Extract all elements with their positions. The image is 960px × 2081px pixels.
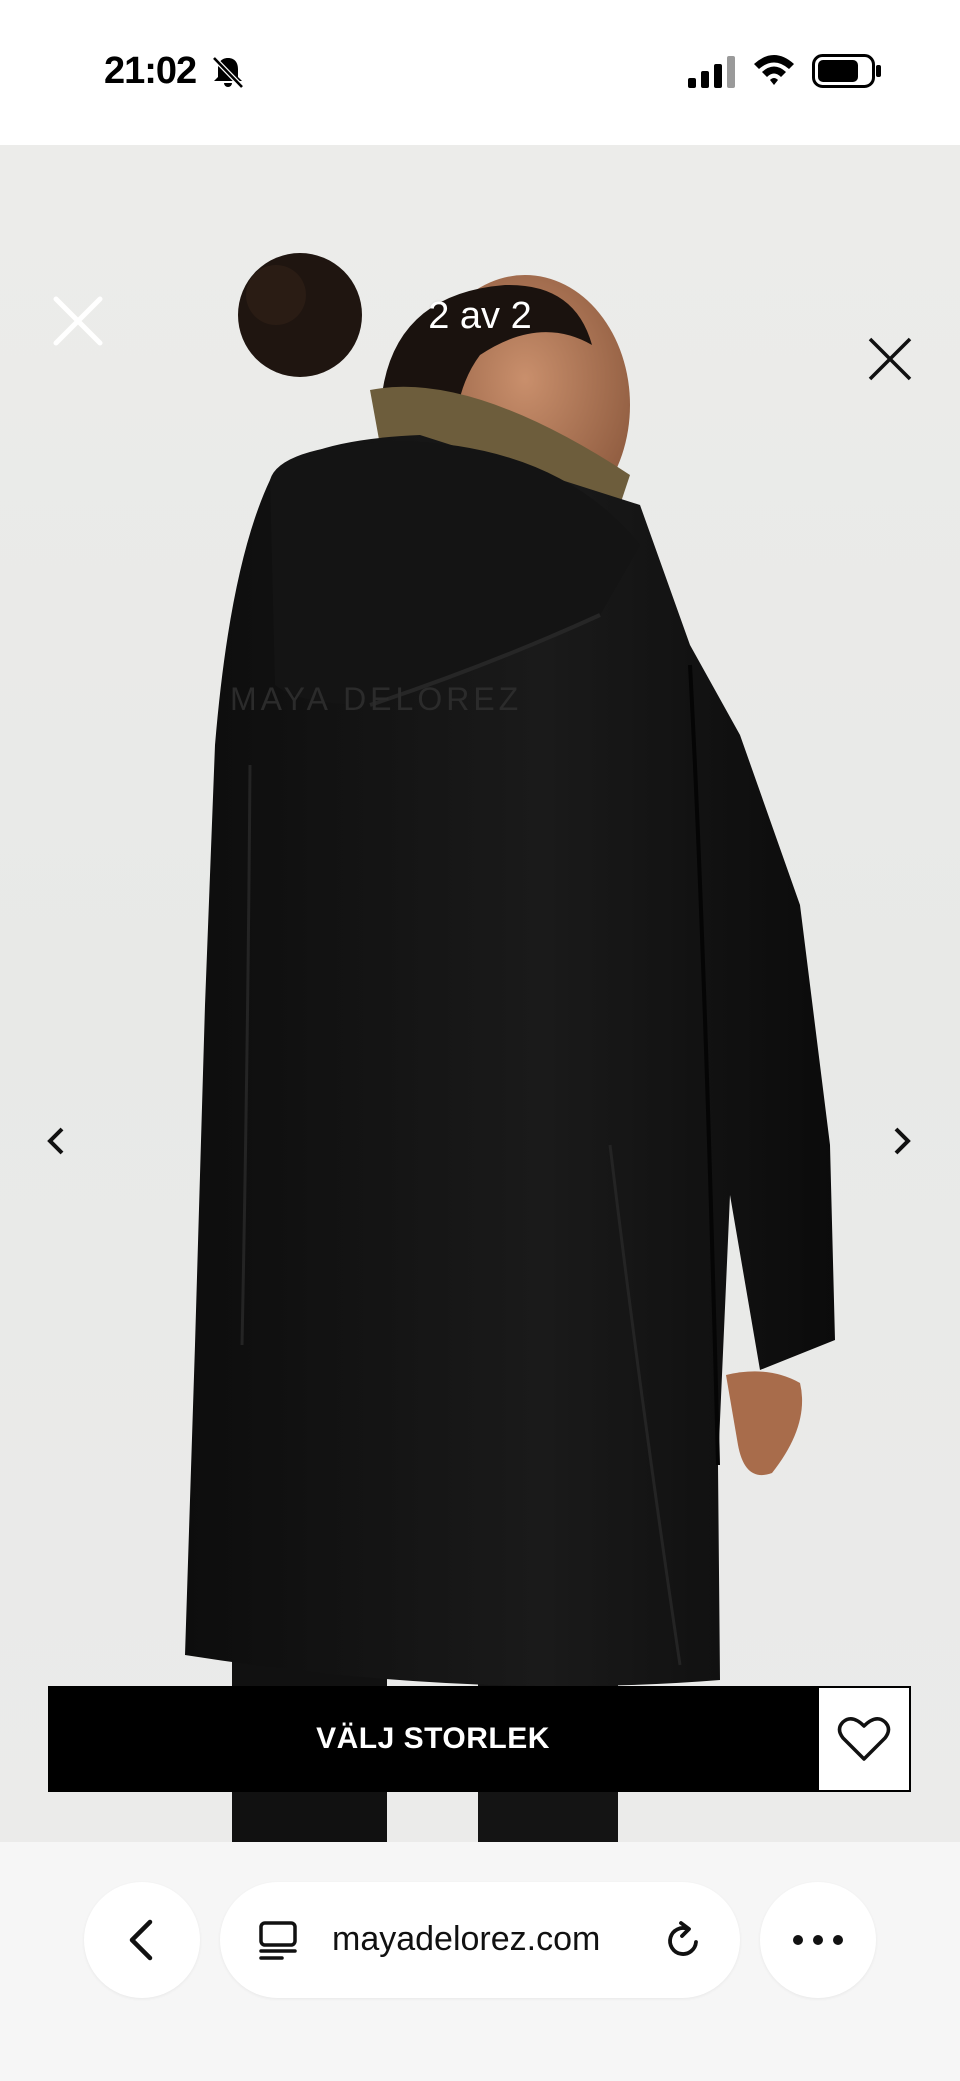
status-time: 21:02	[104, 50, 197, 92]
select-size-button[interactable]: VÄLJ STORLEK	[48, 1686, 818, 1792]
chevron-right-icon[interactable]	[886, 1121, 918, 1161]
more-icon	[793, 1935, 843, 1945]
browser-more-button[interactable]	[760, 1882, 876, 1998]
image-counter: 2 av 2	[428, 295, 532, 337]
address-bar[interactable]: mayadelorez.com	[220, 1882, 740, 1998]
url-text: mayadelorez.com	[332, 1920, 601, 1958]
browser-toolbar: mayadelorez.com	[0, 1842, 960, 2081]
chevron-left-icon[interactable]	[40, 1121, 72, 1161]
battery-icon	[812, 54, 881, 88]
wishlist-button[interactable]	[817, 1686, 911, 1792]
product-image[interactable]: MAYA DELOREZ 2 av 2	[0, 145, 960, 1842]
screen: 21:02 MAYA DELOREZ 2 av 2 VÄLJ STORLEK m…	[0, 0, 960, 2081]
chevron-left-icon	[129, 1919, 153, 1961]
model-photo: MAYA DELOREZ	[185, 253, 835, 1842]
heart-icon	[837, 1717, 891, 1761]
bell-off-icon	[212, 56, 244, 89]
cellular-signal-icon	[688, 56, 735, 88]
browser-back-button[interactable]	[84, 1882, 200, 1998]
coat-logo-text: MAYA DELOREZ	[230, 681, 522, 717]
reader-icon[interactable]	[258, 1920, 298, 1960]
reload-icon[interactable]	[662, 1918, 706, 1962]
status-bar: 21:02	[0, 0, 960, 145]
close-icon[interactable]	[864, 333, 916, 385]
wifi-icon	[754, 55, 794, 85]
